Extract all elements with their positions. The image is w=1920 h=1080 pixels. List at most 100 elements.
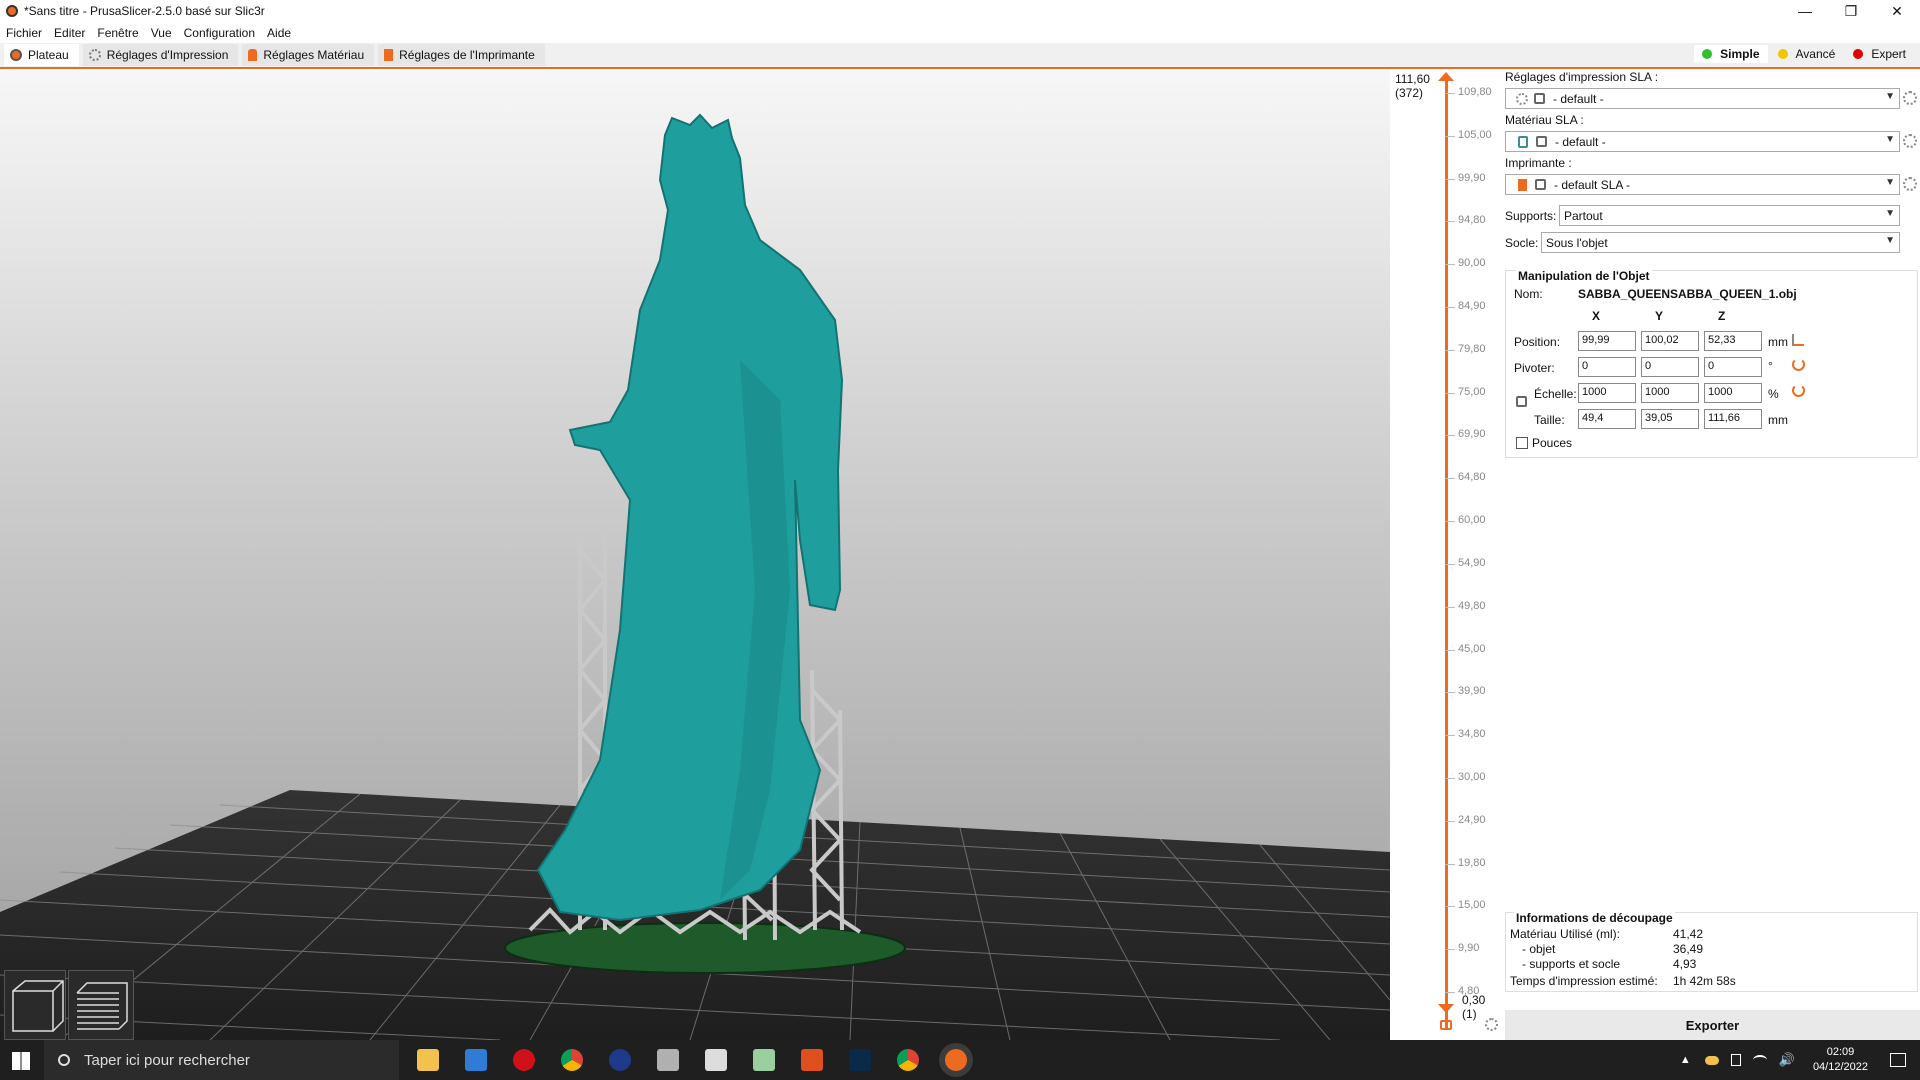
reset-rotation-icon[interactable] — [1792, 358, 1805, 371]
pad-combo[interactable]: Sous l'objet ▼ — [1541, 232, 1900, 253]
axis-y-label: Y — [1655, 309, 1664, 323]
support-material-value: 4,93 — [1673, 957, 1697, 971]
print-settings-label: Réglages d'impression SLA : — [1505, 70, 1659, 84]
edit-preset-icon[interactable] — [1903, 177, 1917, 191]
menu-editer[interactable]: Editer — [54, 26, 85, 40]
menu-aide[interactable]: Aide — [267, 26, 291, 40]
upper-thumb-icon[interactable] — [1438, 72, 1454, 81]
inches-checkbox[interactable] — [1516, 437, 1528, 449]
layer-bottom-count: (1) — [1462, 1007, 1477, 1021]
maximize-button[interactable]: ❐ — [1828, 0, 1874, 22]
scale-y-field[interactable]: 1000 — [1641, 383, 1699, 403]
menu-fichier[interactable]: Fichier — [6, 26, 42, 40]
photos-icon[interactable] — [705, 1049, 727, 1071]
edit-preset-icon[interactable] — [1903, 134, 1917, 148]
prusaslicer-taskbar-icon[interactable] — [945, 1049, 967, 1071]
opera-icon[interactable] — [513, 1049, 535, 1071]
layer-tick-label: 19,80 — [1458, 857, 1486, 869]
rotate-y-field[interactable]: 0 — [1641, 357, 1699, 377]
windows-start-icon[interactable] — [12, 1052, 30, 1070]
position-z-field[interactable]: 52,33 — [1704, 331, 1762, 351]
scale-x-field[interactable]: 1000 — [1578, 383, 1636, 403]
inches-label: Pouces — [1532, 436, 1573, 450]
close-button[interactable]: ✕ — [1874, 0, 1920, 22]
supports-value: Partout — [1564, 208, 1603, 223]
rotate-z-field[interactable]: 0 — [1704, 357, 1762, 377]
chevron-up-icon[interactable]: ▲ — [1680, 1054, 1691, 1066]
menu-configuration[interactable]: Configuration — [184, 26, 255, 40]
slice-info-panel: Informations de découpage Matériau Utili… — [1505, 911, 1918, 992]
onedrive-icon[interactable] — [1704, 1055, 1719, 1065]
tab-plateau[interactable]: Plateau — [4, 44, 79, 66]
cog-icon — [1516, 92, 1528, 105]
layer-tick-mark — [1445, 735, 1455, 736]
rotate-x-field[interactable]: 0 — [1578, 357, 1636, 377]
settings-cog-icon[interactable] — [1485, 1018, 1498, 1031]
mail-icon[interactable] — [465, 1049, 487, 1071]
view-preview-button[interactable] — [68, 970, 134, 1040]
search-icon — [58, 1054, 70, 1066]
layer-slider-panel: 111,60 (372) 0,30 (1) 109,80 105,00 99,90 9… — [1390, 70, 1505, 1040]
lock-icon — [1534, 93, 1545, 104]
mode-advanced-button[interactable]: Avancé — [1770, 45, 1844, 63]
app-icon[interactable] — [657, 1049, 679, 1071]
minimize-button[interactable]: — — [1782, 0, 1828, 22]
volume-icon[interactable]: 🔊 — [1779, 1052, 1795, 1068]
drop-to-bed-icon[interactable] — [1792, 334, 1804, 346]
print-settings-value: - default - — [1553, 91, 1604, 106]
tab-material-settings[interactable]: Réglages Matériau — [242, 44, 375, 66]
size-unit: mm — [1768, 413, 1788, 427]
reset-scale-icon[interactable] — [1792, 384, 1805, 397]
wifi-icon[interactable] — [1752, 1055, 1767, 1065]
scale-z-field[interactable]: 1000 — [1704, 383, 1762, 403]
usb-icon[interactable] — [1730, 1054, 1741, 1066]
lower-thumb-icon[interactable] — [1438, 1004, 1454, 1013]
size-x-field[interactable]: 49,4 — [1578, 409, 1636, 429]
supports-combo[interactable]: Partout ▼ — [1559, 205, 1900, 226]
view-3d-button[interactable] — [4, 970, 66, 1040]
layer-tick-label: 34,80 — [1458, 728, 1486, 740]
layer-tick-mark — [1445, 906, 1455, 907]
file-explorer-icon[interactable] — [417, 1049, 439, 1071]
printer-value: - default SLA - — [1554, 177, 1631, 192]
layer-tick-mark — [1445, 564, 1455, 565]
tab-printer-settings[interactable]: Réglages de l'Imprimante — [378, 44, 545, 66]
size-y-field[interactable]: 39,05 — [1641, 409, 1699, 429]
print-settings-combo[interactable]: - default - ▼ — [1505, 88, 1900, 109]
edit-preset-icon[interactable] — [1903, 91, 1917, 105]
scale-lock-icon[interactable] — [1516, 396, 1527, 407]
green-dot-icon — [1702, 49, 1713, 59]
position-x-field[interactable]: 99,99 — [1578, 331, 1636, 351]
rotate-label: Pivoter: — [1514, 361, 1555, 375]
taskbar-search-box[interactable]: Taper ici pour rechercher — [44, 1040, 399, 1080]
clock[interactable]: 02:09 04/12/2022 — [1813, 1045, 1868, 1075]
3d-preview-viewport[interactable] — [0, 70, 1390, 1040]
layer-tick-mark — [1445, 435, 1455, 436]
office-icon[interactable] — [801, 1049, 823, 1071]
chrome-icon[interactable] — [561, 1049, 583, 1071]
mode-switcher: Simple Avancé Expert — [1692, 45, 1914, 63]
menu-vue[interactable]: Vue — [151, 26, 172, 40]
mode-expert-label: Expert — [1871, 47, 1906, 61]
layer-tick-mark — [1445, 778, 1455, 779]
window-controls: — ❐ ✕ — [1782, 0, 1920, 22]
layer-tick-mark — [1445, 949, 1455, 950]
tab-print-settings[interactable]: Réglages d'Impression — [82, 44, 239, 66]
size-z-field[interactable]: 111,66 — [1704, 409, 1762, 429]
material-combo[interactable]: - default - ▼ — [1505, 131, 1900, 152]
cinema4d-icon[interactable] — [609, 1049, 631, 1071]
object-name: SABBA_QUEENSABBA_QUEEN_1.obj — [1578, 287, 1797, 301]
mode-simple-button[interactable]: Simple — [1694, 45, 1768, 63]
spreadsheet-icon[interactable] — [753, 1049, 775, 1071]
layer-tick-mark — [1445, 607, 1455, 608]
lock-icon[interactable] — [1440, 1020, 1452, 1030]
export-button[interactable]: Exporter — [1505, 1010, 1920, 1040]
printer-combo[interactable]: - default SLA - ▼ — [1505, 174, 1900, 195]
notifications-icon[interactable] — [1890, 1053, 1906, 1067]
layer-top-value: 111,60 — [1395, 72, 1430, 86]
photoshop-icon[interactable] — [849, 1049, 871, 1071]
position-y-field[interactable]: 100,02 — [1641, 331, 1699, 351]
mode-expert-button[interactable]: Expert — [1845, 45, 1914, 63]
menu-fenetre[interactable]: Fenêtre — [97, 26, 138, 40]
chrome-icon[interactable] — [897, 1049, 919, 1071]
